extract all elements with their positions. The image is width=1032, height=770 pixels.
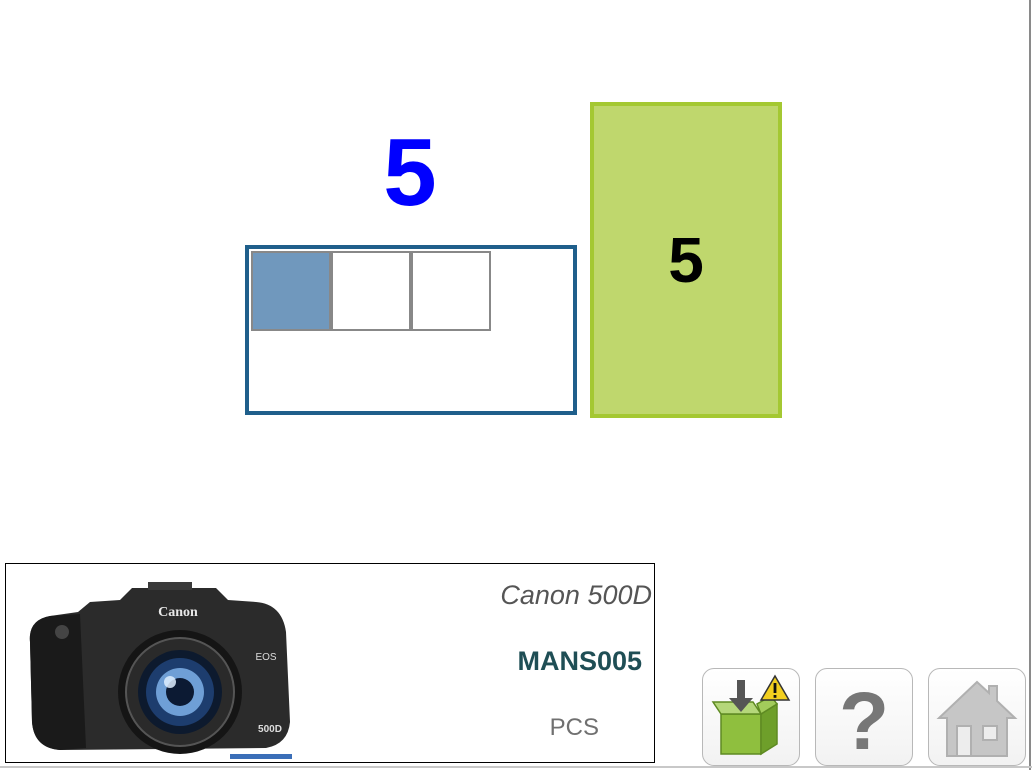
- svg-text:?: ?: [839, 677, 889, 757]
- svg-text:Canon: Canon: [158, 605, 198, 620]
- target-quantity-value: 5: [668, 224, 704, 296]
- product-unit: PCS: [549, 714, 599, 741]
- home-button[interactable]: [928, 668, 1026, 766]
- product-card: Canon EOS 500D Canon 500D MANS005 PCS: [5, 563, 655, 763]
- product-name: Canon 500D: [500, 580, 652, 610]
- grid-cell-filled: [251, 251, 331, 331]
- grid-cell-empty: [331, 251, 411, 331]
- receive-box-warning-icon: [711, 674, 791, 756]
- window-edge-bottom: [0, 766, 1032, 768]
- product-code: MANS005: [517, 646, 642, 676]
- count-label: 5: [383, 119, 437, 226]
- target-quantity-tile[interactable]: 5: [590, 102, 782, 418]
- quantity-grid: [245, 245, 577, 415]
- help-button[interactable]: ?: [815, 668, 913, 766]
- svg-text:EOS: EOS: [255, 652, 276, 663]
- svg-text:500D: 500D: [258, 724, 282, 735]
- camera-image: Canon EOS 500D: [29, 582, 292, 759]
- home-icon: [936, 680, 1018, 757]
- window-edge: [1029, 0, 1031, 770]
- receive-button[interactable]: [702, 668, 800, 766]
- grid-cell-empty: [411, 251, 491, 331]
- picking-screen: 5 5 Canon EOS 500D Canon 500D MANS005 PC…: [0, 0, 1032, 770]
- question-mark-icon: ?: [839, 677, 889, 757]
